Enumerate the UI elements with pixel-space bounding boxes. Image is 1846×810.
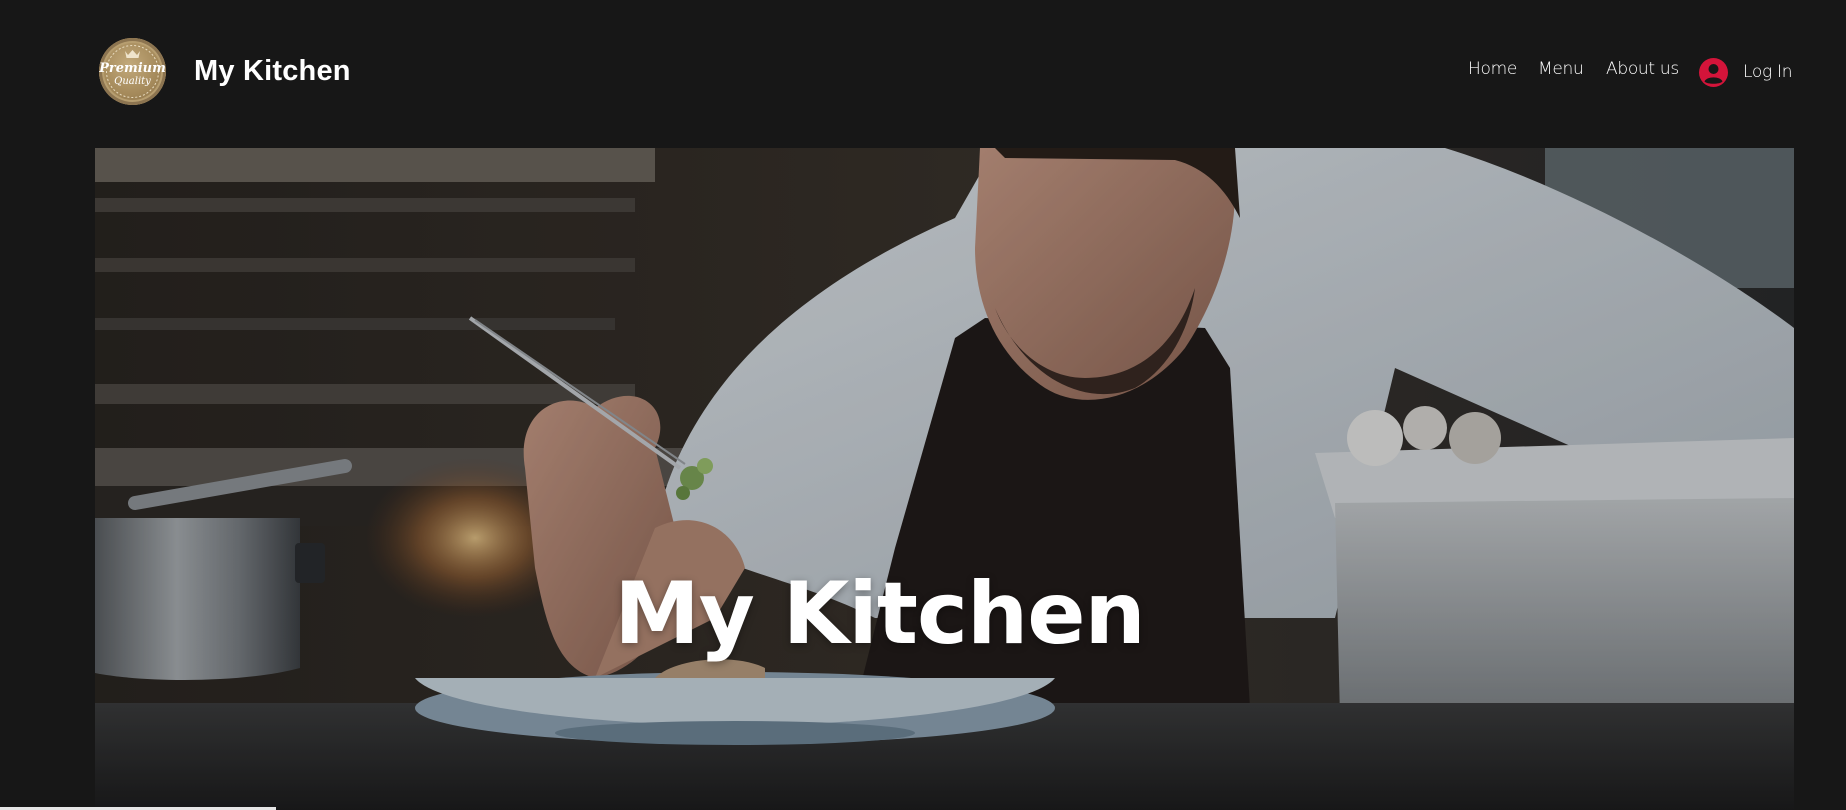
hero-banner: My Kitchen <box>95 148 1794 810</box>
logo-text-line1: Premium <box>99 61 166 76</box>
site-header: Premium Quality My Kitchen Home Menu Abo… <box>0 0 1846 148</box>
login-button[interactable]: Log In <box>1699 56 1792 88</box>
nav-item-about-us[interactable]: About us <box>1606 59 1679 79</box>
hero-title: My Kitchen <box>614 564 1146 664</box>
logo-text-line2: Quality <box>114 76 151 87</box>
site-title[interactable]: My Kitchen <box>194 55 351 88</box>
user-avatar-icon <box>1699 57 1728 87</box>
nav-item-menu[interactable]: Menu <box>1538 59 1584 79</box>
badge-icon: Premium Quality <box>99 45 166 98</box>
nav-item-home[interactable]: Home <box>1468 59 1517 79</box>
login-label: Log In <box>1743 62 1793 82</box>
premium-quality-logo[interactable]: Premium Quality <box>99 38 166 105</box>
chef-plating-dish-photo <box>95 148 1794 810</box>
